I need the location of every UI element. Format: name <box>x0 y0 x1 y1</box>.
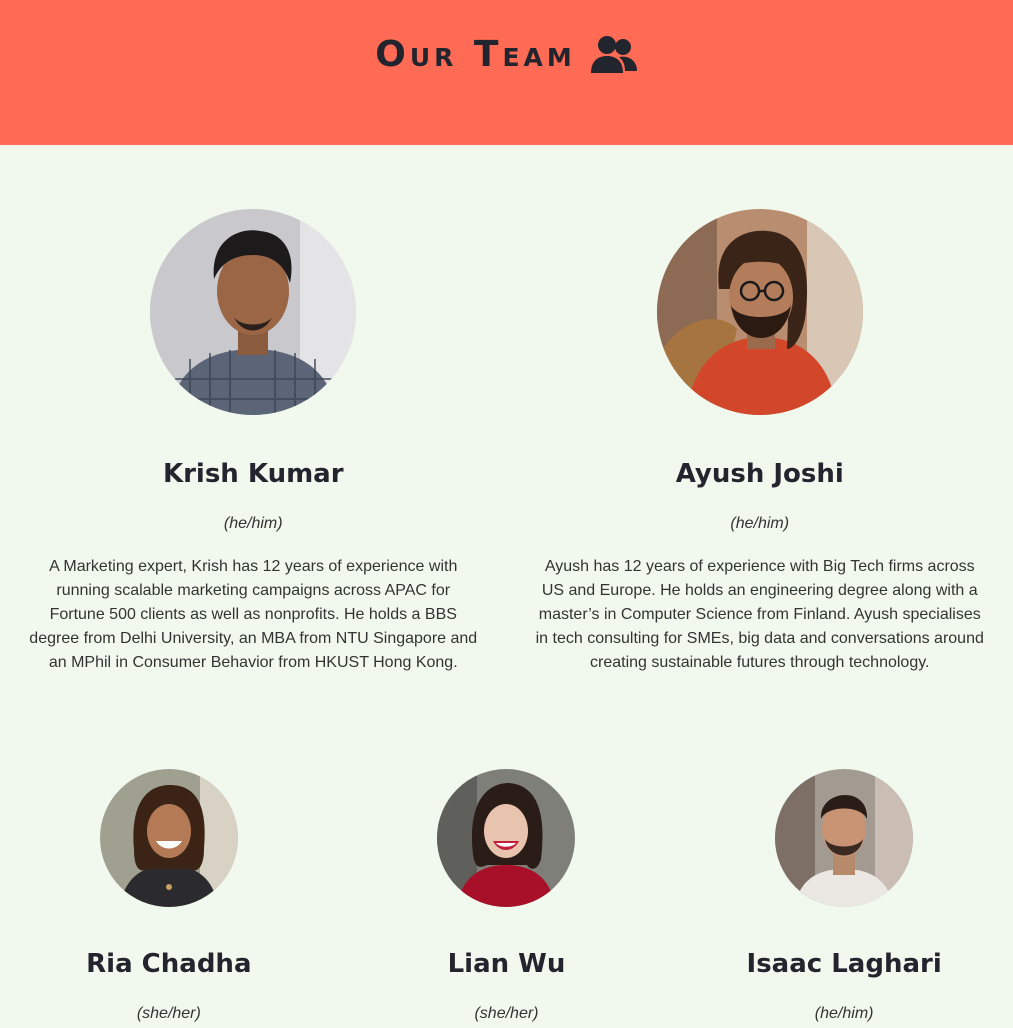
member-bio: Ayush has 12 years of experience with Bi… <box>535 558 984 671</box>
team-row-top: Krish Kumar (he/him) A Marketing expert,… <box>0 145 1013 691</box>
team-member-card: Lian Wu (she/her) <box>356 769 656 1023</box>
member-name: Ria Chadha <box>86 949 252 979</box>
header-title-group: Our Team <box>375 34 638 75</box>
member-pronoun: (she/her) <box>474 1005 539 1022</box>
member-pronoun: (he/him) <box>814 1005 874 1022</box>
member-pronoun: (he/him) <box>223 515 283 532</box>
member-name: Krish Kumar <box>162 459 344 489</box>
team-row-bottom: Ria Chadha (she/her) Lian Wu (she/her) I… <box>0 691 1013 1023</box>
member-name: Isaac Laghari <box>746 949 942 979</box>
member-name: Ayush Joshi <box>675 459 844 489</box>
page-header: Our Team <box>0 0 1013 145</box>
team-member-card: Krish Kumar (he/him) A Marketing expert,… <box>23 209 483 691</box>
avatar <box>656 209 863 415</box>
team-member-card: Ayush Joshi (he/him) Ayush has 12 years … <box>530 209 990 691</box>
avatar <box>775 769 914 907</box>
avatar <box>99 769 238 907</box>
page-title: Our Team <box>375 34 576 75</box>
team-member-card: Isaac Laghari (he/him) <box>694 769 994 1023</box>
team-member-card: Ria Chadha (she/her) <box>19 769 319 1023</box>
avatar <box>437 769 576 907</box>
avatar <box>150 209 357 415</box>
member-pronoun: (he/him) <box>730 515 790 532</box>
member-bio: A Marketing expert, Krish has 12 years o… <box>29 558 478 671</box>
member-pronoun: (she/her) <box>136 1005 201 1022</box>
member-name: Lian Wu <box>447 949 566 979</box>
users-icon <box>590 35 638 75</box>
